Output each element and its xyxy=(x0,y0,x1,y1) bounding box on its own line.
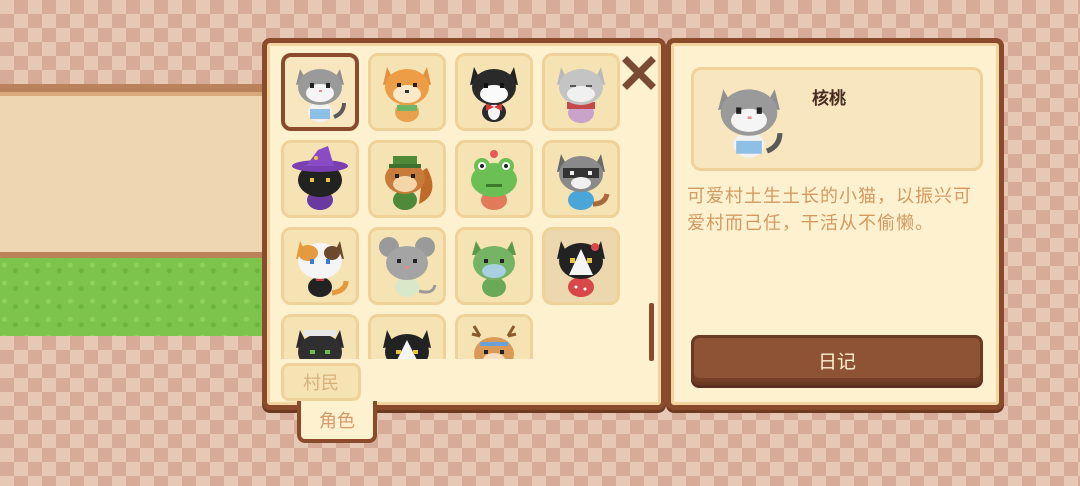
gray-cat-sailor-icon xyxy=(718,89,783,158)
gray-cat-scarf-icon xyxy=(557,67,605,123)
diary-button[interactable]: 日记 xyxy=(691,335,983,385)
gray-cat-sailor-icon xyxy=(296,69,346,122)
scrollbar[interactable] xyxy=(649,303,654,361)
background-grass xyxy=(0,258,270,336)
character-cell[interactable] xyxy=(281,314,359,359)
close-button[interactable] xyxy=(619,53,659,93)
tab-villagers[interactable]: 村民 xyxy=(281,363,361,401)
close-icon xyxy=(622,56,656,90)
black-cat-witch-hat-icon xyxy=(292,146,348,210)
character-description: 可爱村土生土长的小猫，以振兴可爱村而己任，干活从不偷懒。 xyxy=(687,186,972,234)
calico-cat-icon xyxy=(296,241,349,297)
frog-icon xyxy=(471,150,517,210)
character-detail-panel: 核桃 可爱村土生土长的小猫，以振兴可爱村而己任，干活从不偷懒。 日记 xyxy=(666,38,1004,410)
character-cell[interactable] xyxy=(542,140,620,218)
tuxedo-cat-strawberry-icon xyxy=(557,241,605,297)
character-cell[interactable] xyxy=(368,314,446,359)
character-grid[interactable] xyxy=(281,53,627,359)
character-cell[interactable] xyxy=(368,140,446,218)
tab-characters[interactable]: 角色 xyxy=(297,401,377,443)
character-cell[interactable] xyxy=(368,227,446,305)
character-cell[interactable] xyxy=(281,53,359,131)
tuxedo-cat-icon xyxy=(383,330,431,359)
shiba-dog-icon xyxy=(383,67,431,122)
character-detail-card: 核桃 xyxy=(691,67,983,171)
character-portrait xyxy=(704,74,794,164)
squirrel-hat-icon xyxy=(385,156,433,210)
background-wood-beam xyxy=(0,84,270,260)
character-cell[interactable] xyxy=(281,227,359,305)
character-cell[interactable] xyxy=(455,140,533,218)
character-cell[interactable] xyxy=(542,53,620,131)
character-name: 核桃 xyxy=(812,89,846,109)
character-list-panel: 村民 角色 xyxy=(262,38,666,443)
character-cell[interactable] xyxy=(281,140,359,218)
raccoon-icon xyxy=(557,154,610,210)
character-cell[interactable] xyxy=(542,227,620,305)
gray-mouse-icon xyxy=(379,237,437,297)
green-lizard-icon xyxy=(472,241,516,297)
character-cell[interactable] xyxy=(455,314,533,359)
character-cell[interactable] xyxy=(368,53,446,131)
black-cat-maid-icon xyxy=(296,330,344,359)
black-cat-red-bowtie-icon xyxy=(470,67,518,122)
deer-icon xyxy=(471,325,517,359)
character-cell[interactable] xyxy=(455,53,533,131)
character-cell[interactable] xyxy=(455,227,533,305)
